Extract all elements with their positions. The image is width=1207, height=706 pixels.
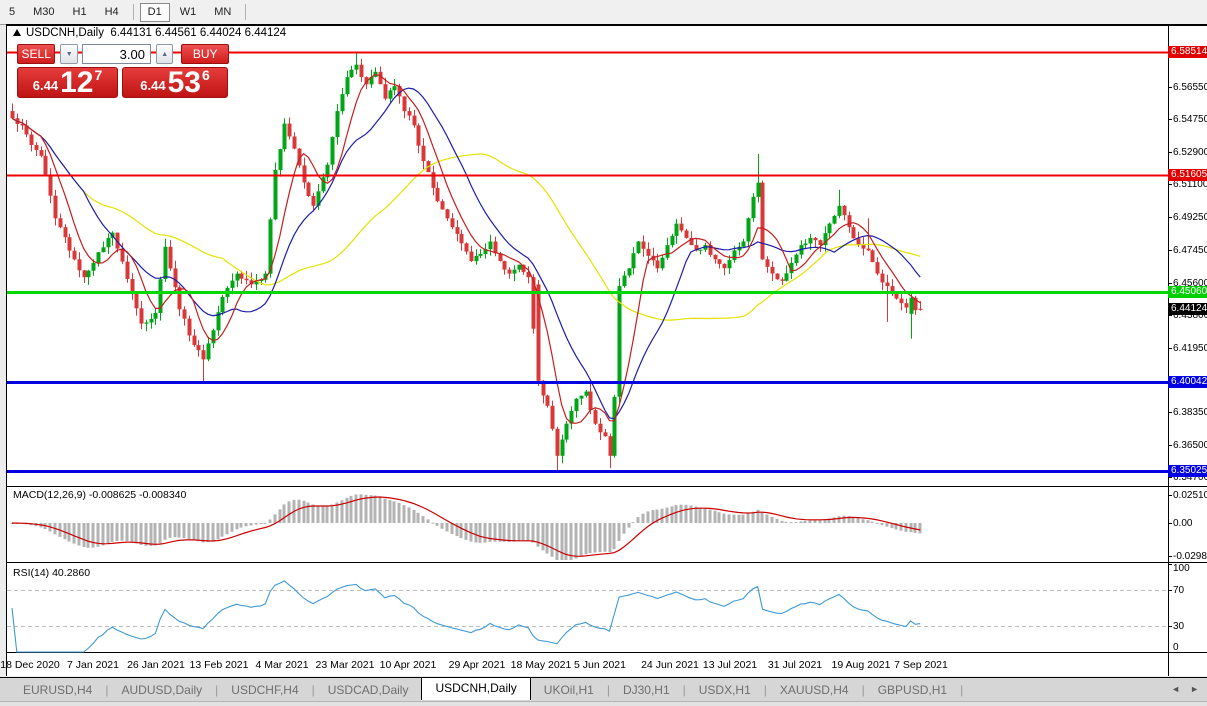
one-click-trading-panel: SELL ▼ ▲ BUY 6.44 12 7 6.44 53 6 <box>17 44 229 98</box>
sell-price-sup: 7 <box>94 67 102 83</box>
chart-tab-usdcnh[interactable]: USDCNH,Daily <box>421 677 530 700</box>
price-tick-label: 6.47450 <box>1173 245 1207 256</box>
date-label: 29 Apr 2021 <box>449 659 506 671</box>
macd-axis-label: -0.02988 <box>1173 551 1207 562</box>
date-label: 13 Feb 2021 <box>190 659 249 671</box>
date-label: 18 Dec 2020 <box>0 659 60 671</box>
timeframe-button-h1[interactable]: H1 <box>65 3 95 22</box>
chart-tab-usdchf[interactable]: USDCHF,H4 <box>218 680 311 700</box>
volume-input[interactable] <box>82 44 151 64</box>
price-marker: 6.44124 <box>1168 303 1207 315</box>
chart-tab-gbpusd[interactable]: GBPUSD,H1 <box>865 680 960 700</box>
date-label: 31 Jul 2021 <box>768 659 822 671</box>
timeframe-button-d1[interactable]: D1 <box>140 3 170 22</box>
price-marker: 6.45060 <box>1168 286 1207 298</box>
date-label: 24 Jun 2021 <box>641 659 699 671</box>
chart-window <box>6 25 1207 676</box>
rsi-indicator-label: RSI(14) 40.2860 <box>13 567 90 579</box>
date-label: 26 Jan 2021 <box>127 659 185 671</box>
price-tick-label: 6.36500 <box>1173 440 1207 451</box>
date-label: 4 Mar 2021 <box>255 659 308 671</box>
volume-decrease-button[interactable]: ▼ <box>60 44 77 64</box>
price-tick-label: 6.52900 <box>1173 147 1207 158</box>
chart-tab-ukoil[interactable]: UKOil,H1 <box>531 680 607 700</box>
buy-price-display[interactable]: 6.44 53 6 <box>122 67 228 98</box>
symbol-ohlc-values: 6.44131 6.44561 6.44024 6.44124 <box>110 27 286 39</box>
date-label: 10 Apr 2021 <box>380 659 437 671</box>
timeframe-button-5[interactable]: 5 <box>1 3 23 22</box>
chart-symbol-ohlc: USDCNH,Daily 6.44131 6.44561 6.44024 6.4… <box>13 27 286 39</box>
mt4-terminal: 5M30H1H4 D1W1MN USDCNH,Daily 6.44131 6.44… <box>0 0 1207 706</box>
toolbar-separator <box>245 4 246 20</box>
date-label: 7 Sep 2021 <box>894 659 948 671</box>
rsi-axis-label: 30 <box>1173 621 1184 632</box>
timeframe-toolbar: 5M30H1H4 D1W1MN <box>0 0 1207 25</box>
timeframe-button-w1[interactable]: W1 <box>172 3 205 22</box>
date-label: 13 Jul 2021 <box>703 659 757 671</box>
toolbar-separator <box>133 4 134 20</box>
chart-tab-bar: EURUSD,H4|AUDUSD,Daily|USDCHF,H4|USDCAD,… <box>0 677 1207 701</box>
tab-divider: | <box>960 683 963 697</box>
price-tick-label: 6.56550 <box>1173 82 1207 93</box>
chart-tab-eurusd[interactable]: EURUSD,H4 <box>10 680 105 700</box>
macd-axis-label: 0.00 <box>1173 518 1192 529</box>
chart-tab-usdcad[interactable]: USDCAD,Daily <box>315 680 422 700</box>
price-marker: 6.51605 <box>1168 169 1207 181</box>
price-marker: 6.35025 <box>1168 465 1207 477</box>
status-bar <box>0 701 1207 706</box>
sell-price-display[interactable]: 6.44 12 7 <box>17 67 118 98</box>
tab-scroll-left-icon[interactable]: ◄ <box>1171 683 1180 695</box>
sell-price-prefix: 6.44 <box>33 78 58 93</box>
buy-price-sup: 6 <box>202 67 210 83</box>
sell-price-main: 12 <box>60 70 93 96</box>
collapse-panel-icon[interactable] <box>13 29 21 36</box>
date-label: 19 Aug 2021 <box>832 659 891 671</box>
sell-button[interactable]: SELL <box>17 44 55 64</box>
volume-increase-button[interactable]: ▲ <box>156 44 173 64</box>
rsi-axis-label: 100 <box>1173 563 1190 574</box>
date-label: 5 Jun 2021 <box>574 659 626 671</box>
buy-price-main: 53 <box>168 70 201 96</box>
timeframe-button-mn[interactable]: MN <box>206 3 239 22</box>
chart-tab-dj30[interactable]: DJ30,H1 <box>610 680 683 700</box>
triangle-down-icon: ▼ <box>66 51 73 58</box>
price-marker: 6.58514 <box>1168 46 1207 58</box>
date-label: 23 Mar 2021 <box>316 659 375 671</box>
rsi-axis-label: 70 <box>1173 585 1184 596</box>
symbol-name: USDCNH,Daily <box>26 27 104 39</box>
timeframe-button-m30[interactable]: M30 <box>25 3 62 22</box>
buy-price-prefix: 6.44 <box>140 78 165 93</box>
macd-axis-label: 0.025108 <box>1173 490 1207 501</box>
price-tick-label: 6.54750 <box>1173 114 1207 125</box>
price-tick-label: 6.41950 <box>1173 343 1207 354</box>
buy-button[interactable]: BUY <box>181 44 229 64</box>
chart-tab-audusd[interactable]: AUDUSD,Daily <box>108 680 215 700</box>
tab-scroll-right-icon[interactable]: ► <box>1190 683 1199 695</box>
triangle-up-icon: ▲ <box>161 51 168 58</box>
date-label: 7 Jan 2021 <box>67 659 119 671</box>
price-tick-label: 6.38350 <box>1173 407 1207 418</box>
price-marker: 6.40042 <box>1168 376 1207 388</box>
date-label: 18 May 2021 <box>511 659 572 671</box>
price-tick-label: 6.49250 <box>1173 212 1207 223</box>
macd-indicator-label: MACD(12,26,9) -0.008625 -0.008340 <box>13 489 186 501</box>
timeframe-button-h4[interactable]: H4 <box>97 3 127 22</box>
chart-tab-usdx[interactable]: USDX,H1 <box>686 680 764 700</box>
rsi-axis-label: 0 <box>1173 642 1179 653</box>
chart-tab-xauusd[interactable]: XAUUSD,H4 <box>767 680 862 700</box>
